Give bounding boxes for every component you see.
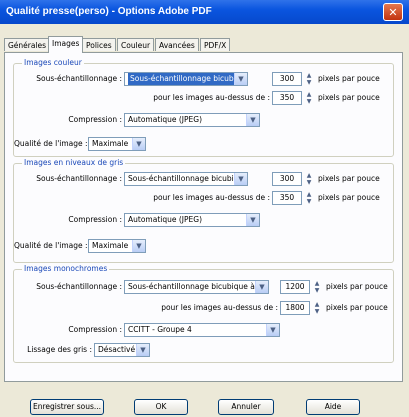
spinner-arrows-icon[interactable]: ▲ ▼ [312, 280, 322, 294]
images-panel: Images couleur Sous-échantillonnage : So… [4, 52, 403, 382]
ppi-unit: pixels par pouce [318, 174, 380, 183]
smoothing-label: Lissage des gris : [27, 345, 92, 354]
compression-select[interactable]: CCITT - Groupe 4 ▼ [124, 323, 280, 337]
ppi-input[interactable]: 300 [272, 172, 302, 186]
above-unit: pixels par pouce [326, 303, 388, 312]
spinner-arrows-icon[interactable]: ▲ ▼ [312, 301, 322, 315]
dialog-window: Qualité presse(perso) - Options Adobe PD… [0, 0, 409, 417]
compression-select[interactable]: Automatique (JPEG) ▼ [124, 213, 260, 227]
smoothing-select[interactable]: Désactivé ▼ [94, 343, 150, 357]
ok-button[interactable]: OK [134, 399, 188, 415]
above-unit: pixels par pouce [318, 193, 380, 202]
tab-images[interactable]: Images [48, 36, 84, 53]
compression-label: Compression : [68, 115, 122, 124]
spinner-arrows-icon[interactable]: ▲ ▼ [304, 172, 314, 186]
downsampling-select[interactable]: Sous-échantillonnage bicubique à ▼ [124, 72, 248, 86]
compression-label: Compression : [68, 325, 122, 334]
above-input[interactable]: 1800 [280, 301, 310, 315]
compression-label: Compression : [68, 215, 122, 224]
chevron-down-icon: ▼ [266, 324, 279, 336]
spinner-arrows-icon[interactable]: ▲ ▼ [304, 72, 314, 86]
mono-images-group: Images monochromes Sous-échantillonnage … [13, 264, 394, 363]
chevron-down-icon: ▼ [255, 281, 268, 293]
quality-label: Qualité de l'image : [14, 139, 88, 148]
downsampling-select[interactable]: Sous-échantillonnage bicubique à ▼ [124, 172, 248, 186]
above-input[interactable]: 350 [272, 191, 302, 205]
chevron-down-icon: ▼ [132, 240, 145, 252]
tab-pdfx[interactable]: PDF/X [200, 38, 231, 51]
save-as-button[interactable]: Enregistrer sous... [30, 399, 104, 415]
spinner-arrows-icon[interactable]: ▲ ▼ [304, 91, 314, 105]
downsampling-label: Sous-échantillonnage : [36, 174, 122, 183]
spinner-arrows-icon[interactable]: ▲ ▼ [304, 191, 314, 205]
above-label: pour les images au-dessus de : [153, 93, 270, 102]
chevron-down-icon: ▼ [234, 73, 247, 85]
ppi-input[interactable]: 300 [272, 72, 302, 86]
quality-select[interactable]: Maximale ▼ [88, 239, 146, 253]
quality-label: Qualité de l'image : [14, 241, 88, 250]
above-input[interactable]: 350 [272, 91, 302, 105]
compression-select[interactable]: Automatique (JPEG) ▼ [124, 113, 260, 127]
close-button[interactable]: ✕ [383, 3, 403, 21]
color-images-group: Images couleur Sous-échantillonnage : So… [13, 58, 394, 157]
downsampling-label: Sous-échantillonnage : [36, 282, 122, 291]
downsampling-label: Sous-échantillonnage : [36, 74, 122, 83]
downsampling-select[interactable]: Sous-échantillonnage bicubique à ▼ [124, 280, 269, 294]
group-title: Images monochromes [22, 264, 110, 273]
chevron-down-icon: ▼ [246, 114, 259, 126]
ppi-input[interactable]: 1200 [280, 280, 310, 294]
chevron-down-icon: ▼ [132, 138, 145, 150]
close-icon: ✕ [388, 6, 398, 19]
group-title: Images en niveaux de gris [22, 158, 126, 167]
tab-generales[interactable]: Générales [4, 38, 51, 51]
chevron-down-icon: ▼ [136, 344, 149, 356]
help-button[interactable]: Aide [306, 399, 360, 415]
chevron-down-icon: ▼ [234, 173, 247, 185]
tab-polices[interactable]: Polices [82, 38, 116, 51]
ppi-unit: pixels par pouce [318, 74, 380, 83]
chevron-down-icon: ▼ [246, 214, 259, 226]
above-unit: pixels par pouce [318, 93, 380, 102]
tab-avancees[interactable]: Avancées [155, 38, 199, 51]
group-title: Images couleur [22, 58, 84, 67]
window-title: Qualité presse(perso) - Options Adobe PD… [6, 6, 212, 17]
cancel-button[interactable]: Annuler [218, 399, 274, 415]
quality-select[interactable]: Maximale ▼ [88, 137, 146, 151]
tab-couleur[interactable]: Couleur [117, 38, 155, 51]
ppi-unit: pixels par pouce [326, 282, 388, 291]
gray-images-group: Images en niveaux de gris Sous-échantill… [13, 158, 394, 263]
above-label: pour les images au-dessus de : [161, 303, 278, 312]
above-label: pour les images au-dessus de : [153, 193, 270, 202]
title-bar[interactable]: Qualité presse(perso) - Options Adobe PD… [0, 0, 409, 24]
